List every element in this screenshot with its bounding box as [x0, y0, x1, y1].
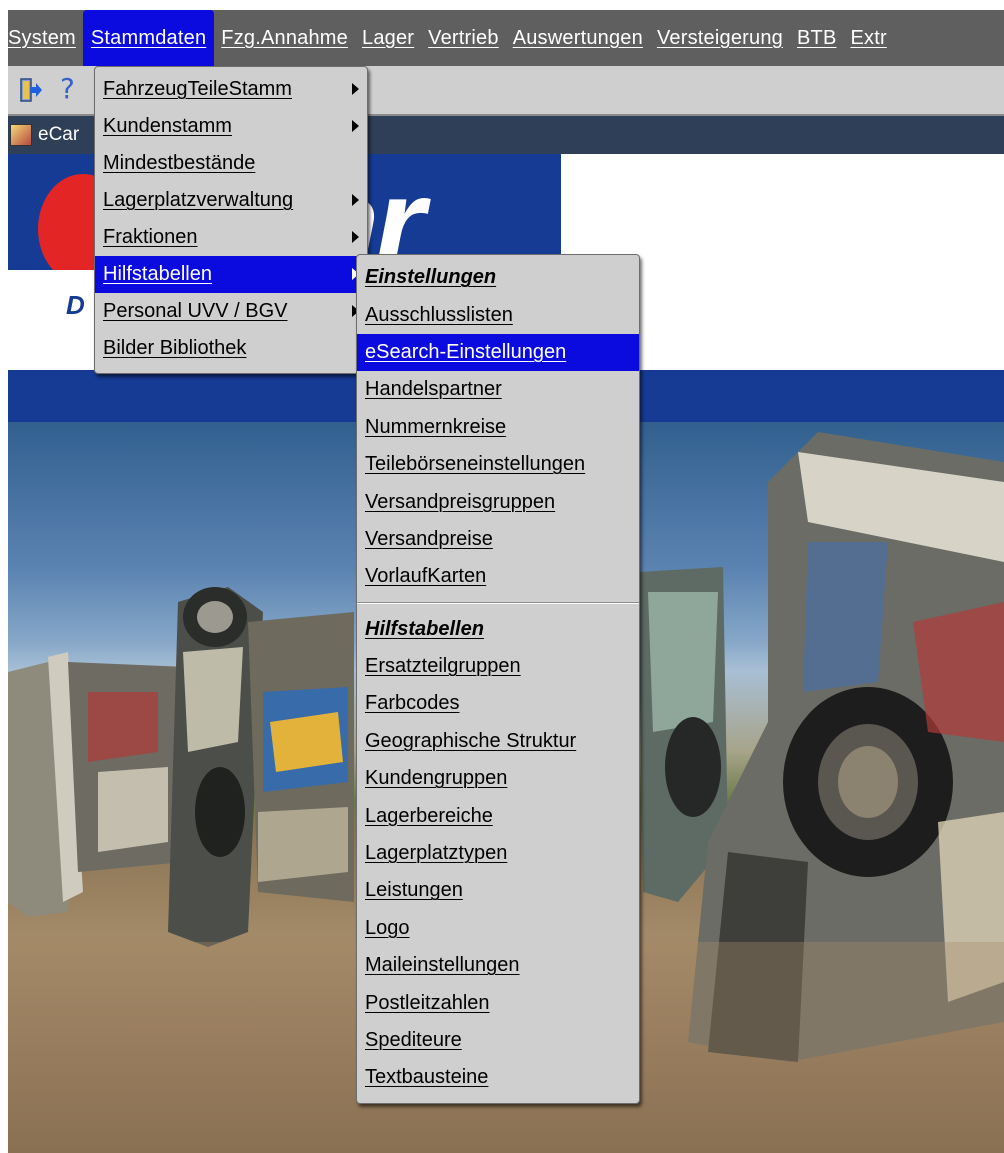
- menu-separator: [357, 601, 639, 604]
- menu-item-label: Versandpreisgruppen: [365, 490, 556, 513]
- menu-item-label: FahrzeugTeileStamm: [103, 78, 292, 100]
- logo-tagline: D: [66, 290, 85, 320]
- menu-versteigerung[interactable]: Versteigerung: [650, 10, 790, 66]
- submenu-arrow-icon: [352, 83, 359, 95]
- menu-system[interactable]: System: [8, 10, 83, 66]
- menu-stammdaten[interactable]: Stammdaten: [82, 10, 215, 66]
- menu-item-label: Lagerbereiche: [365, 804, 493, 827]
- menu-item-textbausteine[interactable]: Textbausteine: [357, 1059, 639, 1096]
- section-header-hilfstabellen: Hilfstabellen: [357, 611, 639, 648]
- menu-item-label: Lagerplatzverwaltung: [103, 189, 294, 211]
- submenu-arrow-icon: [352, 231, 359, 243]
- menu-item-bilder-bibliothek[interactable]: Bilder Bibliothek: [95, 330, 367, 367]
- menu-item-esearch-einstellungen[interactable]: eSearch-Einstellungen: [357, 333, 639, 372]
- menu-item-label: Personal UVV / BGV: [103, 300, 288, 322]
- menu-item-label: VorlaufKarten: [365, 565, 487, 588]
- menu-fzg-annahme[interactable]: Fzg.Annahme: [214, 10, 355, 66]
- help-icon[interactable]: ?: [60, 72, 75, 105]
- exit-icon[interactable]: [20, 78, 42, 102]
- menu-item-label: Geographische Struktur: [365, 729, 577, 752]
- submenu-arrow-icon: [352, 120, 359, 132]
- section-header-einstellungen: Einstellungen: [357, 259, 639, 296]
- menu-item-fahrzeugteilestamm[interactable]: FahrzeugTeileStamm: [95, 71, 367, 108]
- menu-item-spediteure[interactable]: Spediteure: [357, 1022, 639, 1059]
- menu-item-label: Spediteure: [365, 1029, 462, 1051]
- menu-extras[interactable]: Extr: [843, 10, 893, 66]
- menu-item-label: Maileinstellungen: [365, 954, 520, 977]
- menu-item-label: Ersatzteilgruppen: [365, 655, 521, 678]
- hilfstabellen-submenu: Einstellungen Ausschlusslisten eSearch-E…: [356, 254, 640, 1104]
- menu-item-maileinstellungen[interactable]: Maileinstellungen: [357, 947, 639, 984]
- menu-item-handelspartner[interactable]: Handelspartner: [357, 371, 639, 408]
- menu-item-label: Farbcodes: [365, 692, 460, 715]
- menu-item-label: Fraktionen: [103, 226, 198, 248]
- menu-item-nummernkreise[interactable]: Nummernkreise: [357, 409, 639, 446]
- menu-item-versandpreisgruppen[interactable]: Versandpreisgruppen: [357, 483, 639, 520]
- menu-item-lagerbereiche[interactable]: Lagerbereiche: [357, 797, 639, 834]
- menu-item-ausschlusslisten[interactable]: Ausschlusslisten: [357, 296, 639, 333]
- menu-btb[interactable]: BTB: [790, 10, 844, 66]
- menu-item-ersatzteilgruppen[interactable]: Ersatzteilgruppen: [357, 648, 639, 685]
- section-header-label: Einstellungen: [365, 266, 497, 289]
- stammdaten-menu: FahrzeugTeileStamm Kundenstamm Mindestbe…: [94, 66, 368, 374]
- menu-item-label: Versandpreise: [365, 527, 493, 550]
- menu-item-postleitzahlen[interactable]: Postleitzahlen: [357, 984, 639, 1021]
- menu-item-label: Kundengruppen: [365, 767, 508, 790]
- menu-auswertungen[interactable]: Auswertungen: [506, 10, 650, 66]
- menu-item-kundenstamm[interactable]: Kundenstamm: [95, 108, 367, 145]
- menu-item-leistungen[interactable]: Leistungen: [357, 872, 639, 909]
- menu-item-teileboerseneinstellungen[interactable]: Teilebörseneinstellungen: [357, 446, 639, 483]
- menu-item-label: Kundenstamm: [103, 115, 232, 137]
- menu-item-label: Leistungen: [365, 879, 463, 902]
- menu-item-label: Teilebörseneinstellungen: [365, 453, 586, 476]
- menu-item-geographische-struktur[interactable]: Geographische Struktur: [357, 723, 639, 760]
- menu-item-vorlaufkarten[interactable]: VorlaufKarten: [357, 558, 639, 595]
- menu-item-label: Nummernkreise: [365, 415, 507, 438]
- menu-item-lagerplatztypen[interactable]: Lagerplatztypen: [357, 835, 639, 872]
- section-header-label: Hilfstabellen: [365, 617, 484, 640]
- menu-item-label: Ausschlusslisten: [365, 303, 513, 326]
- menu-item-label: Lagerplatztypen: [365, 842, 508, 865]
- menu-lager[interactable]: Lager: [355, 10, 421, 66]
- menu-item-label: Logo: [365, 916, 410, 939]
- menu-item-label: Mindestbestände: [103, 152, 256, 174]
- menu-item-mindestbestaende[interactable]: Mindestbestände: [95, 145, 367, 182]
- menu-item-lagerplatzverwaltung[interactable]: Lagerplatzverwaltung: [95, 182, 367, 219]
- menubar: System Stammdaten Fzg.Annahme Lager Vert…: [8, 10, 1004, 66]
- menu-item-label: Postleitzahlen: [365, 991, 490, 1014]
- menu-item-label: Hilfstabellen: [103, 263, 212, 285]
- menu-item-label: Textbausteine: [365, 1066, 489, 1089]
- menu-item-versandpreise[interactable]: Versandpreise: [357, 521, 639, 558]
- menu-item-label: eSearch-Einstellungen: [365, 340, 567, 363]
- menu-item-label: Bilder Bibliothek: [103, 337, 247, 359]
- app-icon: [10, 124, 32, 146]
- menu-item-label: Handelspartner: [365, 378, 502, 401]
- menu-item-farbcodes[interactable]: Farbcodes: [357, 685, 639, 722]
- frame-title: eCar: [38, 124, 80, 145]
- menu-item-logo[interactable]: Logo: [357, 910, 639, 947]
- menu-item-kundengruppen[interactable]: Kundengruppen: [357, 760, 639, 797]
- menu-item-hilfstabellen[interactable]: Hilfstabellen: [95, 256, 367, 293]
- submenu-arrow-icon: [352, 194, 359, 206]
- top-margin: [0, 0, 1004, 10]
- menu-vertrieb[interactable]: Vertrieb: [421, 10, 506, 66]
- menu-item-fraktionen[interactable]: Fraktionen: [95, 219, 367, 256]
- menu-item-personal-uvv-bgv[interactable]: Personal UVV / BGV: [95, 293, 367, 330]
